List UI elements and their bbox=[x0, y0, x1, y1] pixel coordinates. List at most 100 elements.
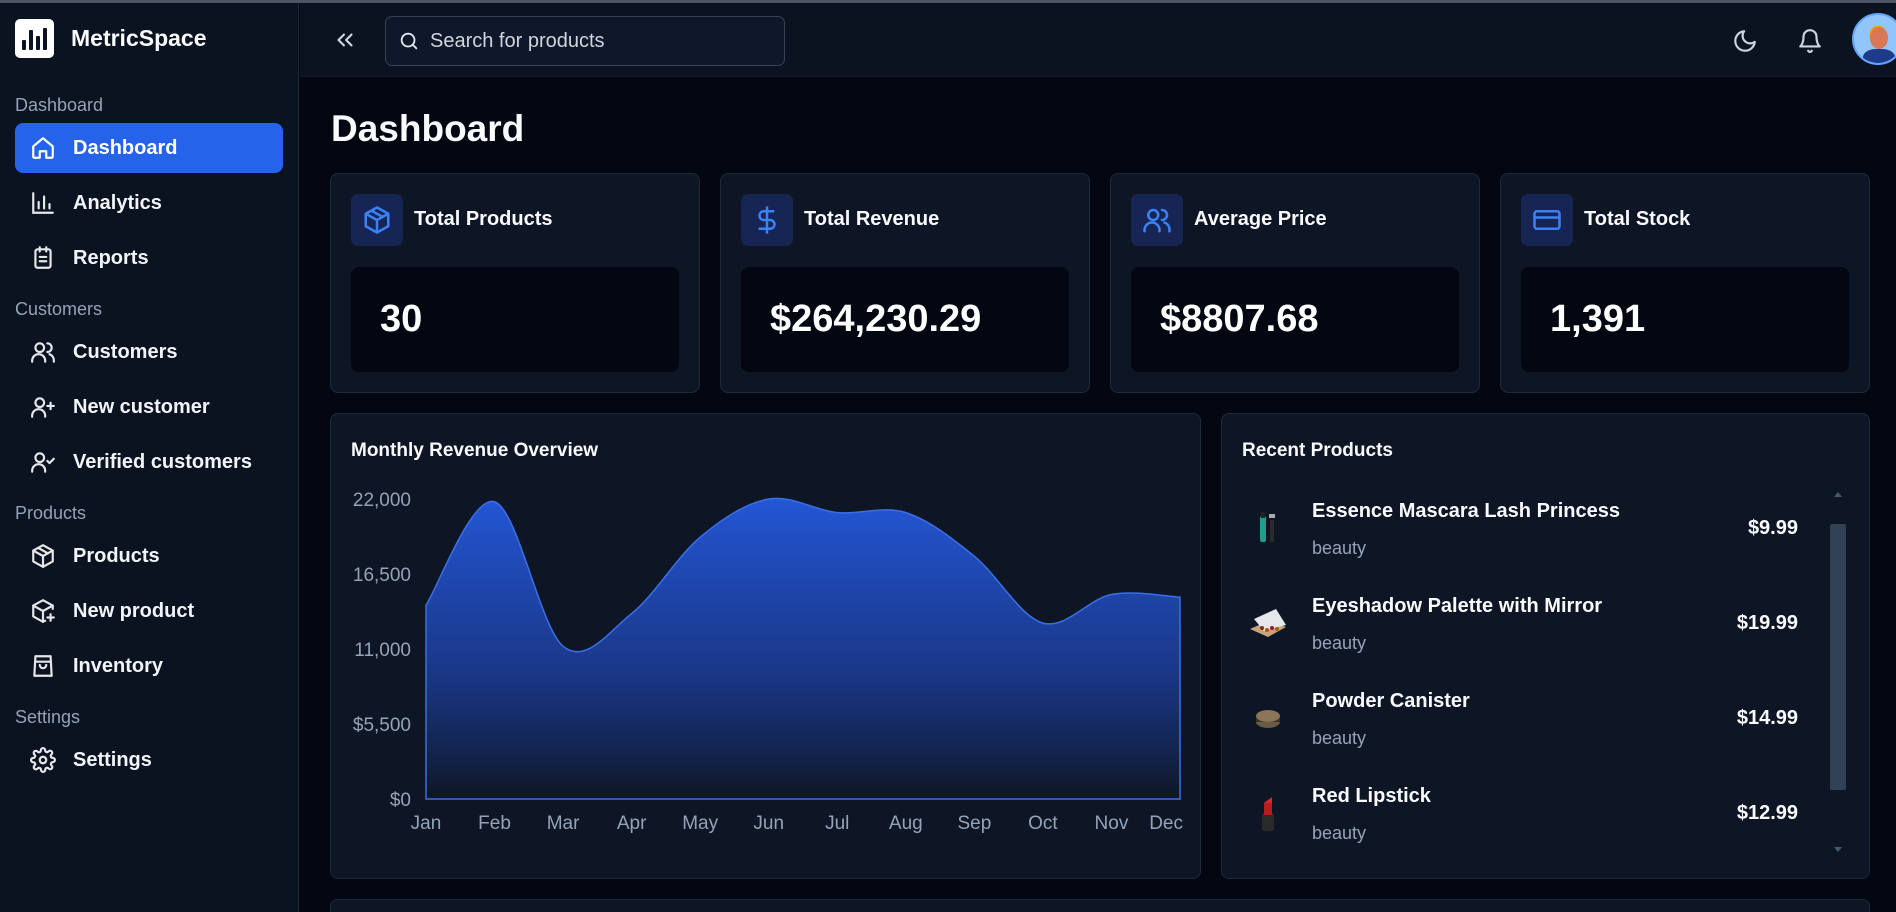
list-item[interactable]: Red Lipstick beauty $12.99 bbox=[1222, 771, 1822, 866]
search-icon bbox=[400, 32, 418, 50]
product-price: $12.99 bbox=[1736, 802, 1798, 824]
search-box[interactable] bbox=[385, 16, 785, 66]
sidebar-item-dashboard[interactable]: Dashboard bbox=[15, 123, 283, 173]
stat-title: Total Products bbox=[414, 208, 553, 230]
y-tick-label: 16,500 bbox=[353, 565, 411, 586]
avatar[interactable] bbox=[1852, 13, 1896, 65]
scroll-thumb[interactable] bbox=[1830, 524, 1846, 790]
stat-icon-wrap bbox=[741, 194, 793, 246]
bar-chart-icon bbox=[32, 192, 54, 214]
sidebar-item-label: Dashboard bbox=[73, 136, 178, 159]
collapse-sidebar-icon[interactable] bbox=[332, 27, 358, 53]
x-tick-label: Mar bbox=[547, 813, 580, 834]
scroll-down-icon[interactable] bbox=[1834, 847, 1842, 852]
sidebar-item-customers[interactable]: Customers bbox=[15, 327, 283, 377]
x-tick-label: Sep bbox=[957, 813, 991, 834]
product-list: Essence Mascara Lash Princess beauty $9.… bbox=[1222, 486, 1822, 866]
product-name: Essence Mascara Lash Princess bbox=[1312, 500, 1620, 522]
x-tick-label: Jul bbox=[825, 813, 849, 834]
powder-canister-thumbnail bbox=[1256, 710, 1280, 728]
sidebar-item-label: Verified customers bbox=[73, 450, 252, 473]
sidebar-item-label: New product bbox=[73, 599, 195, 622]
user-check-icon bbox=[31, 452, 55, 473]
list-item[interactable]: Essence Mascara Lash Princess beauty $9.… bbox=[1222, 486, 1822, 581]
recent-products-card: Recent Products Essence Mascara Lash Pri… bbox=[1221, 413, 1870, 879]
sidebar-item-label: New customer bbox=[73, 395, 210, 418]
sidebar-item-inventory[interactable]: Inventory bbox=[15, 641, 283, 691]
nav-section-products: Products bbox=[15, 502, 87, 523]
sidebar-item-settings[interactable]: Settings bbox=[15, 735, 283, 785]
package-icon bbox=[32, 544, 54, 568]
top-header bbox=[300, 3, 1896, 77]
bar-chart-logo-icon bbox=[15, 18, 54, 58]
stat-card-total-products: Total Products 30 bbox=[330, 173, 700, 393]
sidebar: MetricSpace Dashboard Dashboard Analytic… bbox=[0, 0, 299, 912]
window-top-border bbox=[0, 0, 1896, 3]
sidebar-item-label: Products bbox=[73, 544, 160, 567]
stat-card-total-stock: Total Stock 1,391 bbox=[1500, 173, 1870, 393]
scrollbar[interactable] bbox=[1830, 492, 1846, 852]
nav-section-settings: Settings bbox=[15, 706, 81, 727]
users-icon bbox=[31, 342, 55, 363]
shopping-bag-icon bbox=[33, 655, 53, 677]
sidebar-item-reports[interactable]: Reports bbox=[15, 233, 283, 283]
recent-title: Recent Products bbox=[1242, 440, 1393, 461]
list-item[interactable]: Eyeshadow Palette with Mirror beauty $19… bbox=[1222, 581, 1822, 676]
stat-icon-wrap bbox=[1131, 194, 1183, 246]
sidebar-item-products[interactable]: Products bbox=[15, 531, 283, 581]
clipboard-icon bbox=[34, 246, 52, 269]
revenue-chart-card: Monthly Revenue Overview $0 $5,500 11,000 1… bbox=[330, 413, 1201, 879]
package-plus-icon bbox=[32, 599, 55, 623]
brand-name: MetricSpace bbox=[71, 24, 207, 51]
eyeshadow-palette-thumbnail bbox=[1250, 609, 1286, 637]
stat-value: $8807.68 bbox=[1131, 267, 1459, 372]
dollar-icon bbox=[758, 206, 776, 234]
y-tick-label: 22,000 bbox=[353, 490, 411, 511]
x-tick-label: Apr bbox=[617, 813, 647, 834]
stat-value: $264,230.29 bbox=[741, 267, 1069, 372]
sidebar-item-new-customer[interactable]: New customer bbox=[15, 382, 283, 432]
sidebar-item-label: Inventory bbox=[73, 654, 164, 677]
x-tick-label: Aug bbox=[889, 813, 923, 834]
x-tick-label: Feb bbox=[478, 813, 511, 834]
sidebar-item-verified-customers[interactable]: Verified customers bbox=[15, 437, 283, 487]
x-axis: Jan Feb Mar Apr May Jun Jul Aug Sep Oct Nov Dec bbox=[411, 813, 1183, 834]
scroll-up-icon[interactable] bbox=[1834, 492, 1842, 497]
y-tick-label: 11,000 bbox=[354, 640, 411, 661]
product-category: beauty bbox=[1312, 633, 1367, 653]
x-tick-label: Jun bbox=[753, 813, 784, 834]
stat-value: 1,391 bbox=[1521, 267, 1849, 372]
y-tick-label: $0 bbox=[390, 790, 411, 811]
x-tick-label: Oct bbox=[1028, 813, 1058, 834]
avatar-body bbox=[1863, 49, 1895, 63]
stat-title: Average Price bbox=[1194, 208, 1327, 230]
scroll-track[interactable] bbox=[1830, 504, 1846, 840]
product-name: Powder Canister bbox=[1312, 690, 1470, 712]
brand[interactable]: MetricSpace bbox=[0, 0, 298, 76]
bottom-panel bbox=[330, 899, 1870, 912]
stat-card-average-price: Average Price $8807.68 bbox=[1110, 173, 1480, 393]
product-price: $14.99 bbox=[1736, 707, 1798, 729]
x-tick-label: Jan bbox=[411, 813, 442, 834]
y-axis: $0 $5,500 11,000 16,500 22,000 bbox=[353, 490, 411, 811]
sidebar-item-label: Settings bbox=[73, 748, 152, 771]
avatar-face bbox=[1870, 27, 1888, 49]
stat-icon-wrap bbox=[351, 194, 403, 246]
users-icon bbox=[1143, 208, 1171, 233]
nav-section-dashboard: Dashboard bbox=[15, 94, 104, 115]
revenue-area bbox=[425, 497, 1181, 800]
product-name: Red Lipstick bbox=[1312, 785, 1431, 807]
y-tick-label: $5,500 bbox=[353, 715, 411, 736]
lipstick-thumbnail bbox=[1262, 797, 1274, 831]
sidebar-item-label: Customers bbox=[73, 340, 178, 363]
sidebar-item-analytics[interactable]: Analytics bbox=[15, 178, 283, 228]
stat-title: Total Stock bbox=[1584, 208, 1691, 230]
search-input[interactable] bbox=[430, 29, 770, 53]
gear-icon bbox=[30, 747, 56, 773]
x-tick-label: Nov bbox=[1095, 813, 1129, 834]
stat-title: Total Revenue bbox=[804, 208, 940, 230]
bell-icon[interactable] bbox=[1797, 28, 1823, 54]
sidebar-item-new-product[interactable]: New product bbox=[15, 586, 283, 636]
moon-icon[interactable] bbox=[1732, 28, 1758, 54]
list-item[interactable]: Powder Canister beauty $14.99 bbox=[1222, 676, 1822, 771]
